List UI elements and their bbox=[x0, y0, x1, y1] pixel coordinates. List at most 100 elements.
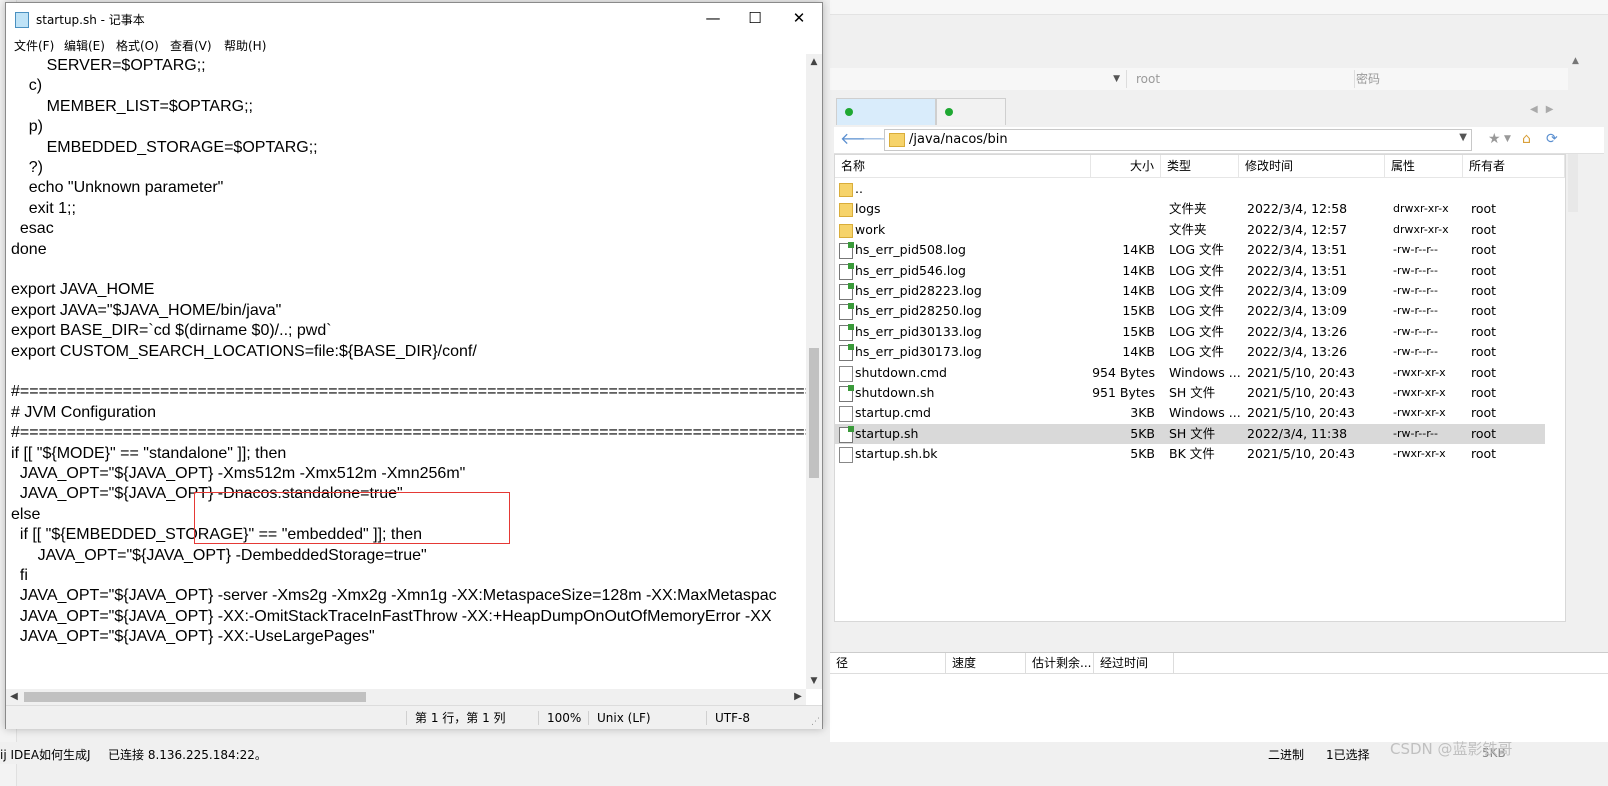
file-row[interactable]: .. bbox=[835, 179, 1545, 199]
file-modified: 2021/5/10, 20:43 bbox=[1247, 446, 1356, 462]
file-type: LOG 文件 bbox=[1169, 262, 1225, 278]
file-type: BK 文件 bbox=[1169, 446, 1215, 462]
menu-file[interactable]: 文件(F) bbox=[14, 37, 54, 54]
file-row[interactable]: startup.sh.bk 5KB BK 文件 2021/5/10, 20:43 -rw… bbox=[835, 444, 1545, 464]
file-owner: root bbox=[1471, 262, 1497, 278]
folder-icon bbox=[889, 133, 905, 147]
chevron-down-icon[interactable]: ▼ bbox=[1459, 132, 1467, 143]
file-name: startup.sh.bk bbox=[855, 446, 938, 462]
file-row[interactable]: shutdown.cmd 954 Bytes Windows ... 2021/5/1… bbox=[835, 363, 1545, 383]
column-header[interactable]: 所有者 bbox=[1463, 155, 1565, 177]
column-header[interactable]: 大小 bbox=[1091, 155, 1161, 177]
menu-format[interactable]: 格式(O) bbox=[116, 37, 159, 54]
host-field[interactable]: ▼ bbox=[830, 70, 1127, 88]
refresh-icon[interactable]: ⟳ bbox=[1546, 131, 1558, 147]
code-line: #=======================================… bbox=[11, 424, 806, 442]
file-type: LOG 文件 bbox=[1169, 303, 1225, 319]
code-line: echo "Unknown parameter" bbox=[11, 179, 224, 197]
file-size: 14KB bbox=[1122, 344, 1155, 360]
username-field[interactable]: root bbox=[1130, 70, 1355, 88]
file-name: hs_err_pid28250.log bbox=[855, 303, 982, 319]
file-size: 14KB bbox=[1122, 283, 1155, 298]
file-row[interactable]: logs 文件夹 2022/3/4, 12:58 drwxr-xr-x root bbox=[835, 199, 1545, 219]
file-attr: -rw-r--r-- bbox=[1393, 345, 1438, 359]
file-row[interactable]: startup.sh 5KB SH 文件 2022/3/4, 11:38 -rw-r--… bbox=[835, 423, 1545, 444]
menu-view[interactable]: 查看(V) bbox=[170, 37, 212, 54]
scroll-right-icon[interactable]: ▶ bbox=[790, 689, 806, 705]
file-row[interactable]: hs_err_pid508.log 14KB LOG 文件 2022/3/4, 13:… bbox=[835, 240, 1545, 260]
chevron-down-icon[interactable]: ▼ bbox=[1504, 134, 1511, 144]
file-type: Windows ... bbox=[1169, 364, 1241, 380]
file-attr: -rw-r--r-- bbox=[1393, 263, 1438, 277]
scroll-up-icon[interactable]: ▲ bbox=[806, 54, 822, 70]
column-header[interactable]: 名称 bbox=[835, 155, 1091, 177]
file-row[interactable]: hs_err_pid546.log 14KB LOG 文件 2022/3/4, 13:… bbox=[835, 261, 1545, 281]
star-icon[interactable]: ★ bbox=[1488, 131, 1501, 147]
file-row[interactable]: hs_err_pid28250.log 15KB LOG 文件 2022/3/4, 1… bbox=[835, 301, 1545, 321]
file-row[interactable]: startup.cmd 3KB Windows ... 2021/5/10, 20:4… bbox=[835, 403, 1545, 423]
chevron-down-icon[interactable]: ▼ bbox=[1113, 70, 1120, 88]
path-input[interactable]: /java/nacos/bin ▼ bbox=[884, 129, 1472, 151]
file-type: SH 文件 bbox=[1169, 425, 1216, 441]
path-bar: 🡐 🡒 /java/nacos/bin ▼ ★ ▼ ⌂ ⟳ bbox=[834, 127, 1604, 154]
transfer-column-header[interactable]: 经过时间 bbox=[1094, 653, 1174, 673]
file-row[interactable]: hs_err_pid30173.log 14KB LOG 文件 2022/3/4, 1… bbox=[835, 342, 1545, 362]
file-size: 5KB bbox=[1130, 425, 1155, 441]
log-file-icon bbox=[839, 242, 854, 260]
file-attr: -rw-r--r-- bbox=[1393, 304, 1438, 318]
password-field[interactable]: 密码 bbox=[1356, 70, 1556, 88]
scroll-thumb[interactable] bbox=[1568, 154, 1578, 212]
column-header[interactable]: 属性 bbox=[1385, 155, 1463, 177]
file-modified: 2021/5/10, 20:43 bbox=[1247, 385, 1356, 400]
menu-bar: 文件(F) 编辑(E) 格式(O) 查看(V) 帮助(H) bbox=[6, 34, 822, 54]
code-line: JAVA_OPT="${JAVA_OPT} -XX:-UseLargePages… bbox=[11, 628, 375, 646]
xftp-top-bar bbox=[830, 0, 1608, 15]
tab-nginx[interactable]: nginx bbox=[936, 98, 1006, 145]
title-bar[interactable]: startup.sh - 记事本 — ☐ ✕ bbox=[6, 3, 822, 34]
file-row[interactable]: work 文件夹 2022/3/4, 12:57 drwxr-xr-x root bbox=[835, 220, 1545, 240]
scroll-left-icon[interactable]: ◀ bbox=[6, 689, 22, 705]
horizontal-scrollbar[interactable]: ◀ ▶ bbox=[6, 689, 806, 705]
transfer-column-header[interactable]: 径 bbox=[830, 653, 946, 673]
scroll-thumb[interactable] bbox=[809, 348, 819, 478]
file-owner: root bbox=[1471, 446, 1497, 462]
file-list-scrollbar[interactable] bbox=[1568, 154, 1578, 620]
close-button[interactable]: ✕ bbox=[776, 3, 822, 34]
connected-dot-icon bbox=[845, 107, 853, 116]
file-row[interactable]: shutdown.sh 951 Bytes SH 文件 2021/5/10, 20:4… bbox=[835, 383, 1545, 403]
scroll-up-icon[interactable]: ▲ bbox=[1572, 56, 1586, 70]
menu-edit[interactable]: 编辑(E) bbox=[64, 37, 105, 54]
log-file-icon bbox=[839, 283, 854, 300]
tab-nacos[interactable]: nacos× bbox=[836, 98, 936, 145]
text-editor[interactable]: SERVER=$OPTARG;; c) MEMBER_LIST=$OPTARG;… bbox=[6, 54, 806, 689]
resize-grip-icon[interactable]: ⋰ bbox=[811, 717, 820, 727]
cmd-file-icon bbox=[839, 406, 853, 423]
folder-icon bbox=[839, 223, 853, 238]
encoding: UTF-8 bbox=[706, 711, 750, 725]
maximize-button[interactable]: ☐ bbox=[732, 3, 778, 34]
file-owner: root bbox=[1471, 405, 1497, 421]
transfer-column-header[interactable]: 估计剩余... bbox=[1026, 653, 1094, 673]
column-header[interactable]: 修改时间 bbox=[1239, 155, 1385, 177]
file-modified: 2022/3/4, 13:09 bbox=[1247, 303, 1348, 319]
file-name: shutdown.cmd bbox=[855, 364, 947, 380]
code-line: JAVA_OPT="${JAVA_OPT} -server -Xms2g -Xm… bbox=[11, 587, 777, 605]
file-name: work bbox=[855, 221, 886, 237]
minimize-button[interactable]: — bbox=[690, 3, 736, 34]
tab-scroll-arrows-icon[interactable]: ◀▶ bbox=[1530, 104, 1561, 115]
code-line: MEMBER_LIST=$OPTARG;; bbox=[11, 97, 253, 115]
log-file-icon bbox=[839, 344, 854, 362]
vertical-scrollbar[interactable]: ▲ ▼ bbox=[806, 54, 822, 689]
scroll-thumb[interactable] bbox=[24, 692, 366, 702]
scroll-down-icon[interactable]: ▼ bbox=[806, 673, 822, 689]
file-attr: -rwxr-xr-x bbox=[1393, 406, 1446, 420]
file-row[interactable]: hs_err_pid30133.log 15KB LOG 文件 2022/3/4, 1… bbox=[835, 322, 1545, 342]
code-line: export JAVA="$JAVA_HOME/bin/java" bbox=[11, 301, 282, 319]
file-size: 951 Bytes bbox=[1092, 385, 1155, 400]
file-row[interactable]: hs_err_pid28223.log 14KB LOG 文件 2022/3/4, 1… bbox=[835, 281, 1545, 301]
column-header[interactable]: 类型 bbox=[1161, 155, 1239, 177]
menu-help[interactable]: 帮助(H) bbox=[224, 37, 266, 54]
transfer-column-header[interactable]: 速度 bbox=[946, 653, 1026, 673]
new-folder-icon[interactable]: ⌂ bbox=[1522, 131, 1531, 147]
file-name: startup.cmd bbox=[855, 405, 931, 421]
